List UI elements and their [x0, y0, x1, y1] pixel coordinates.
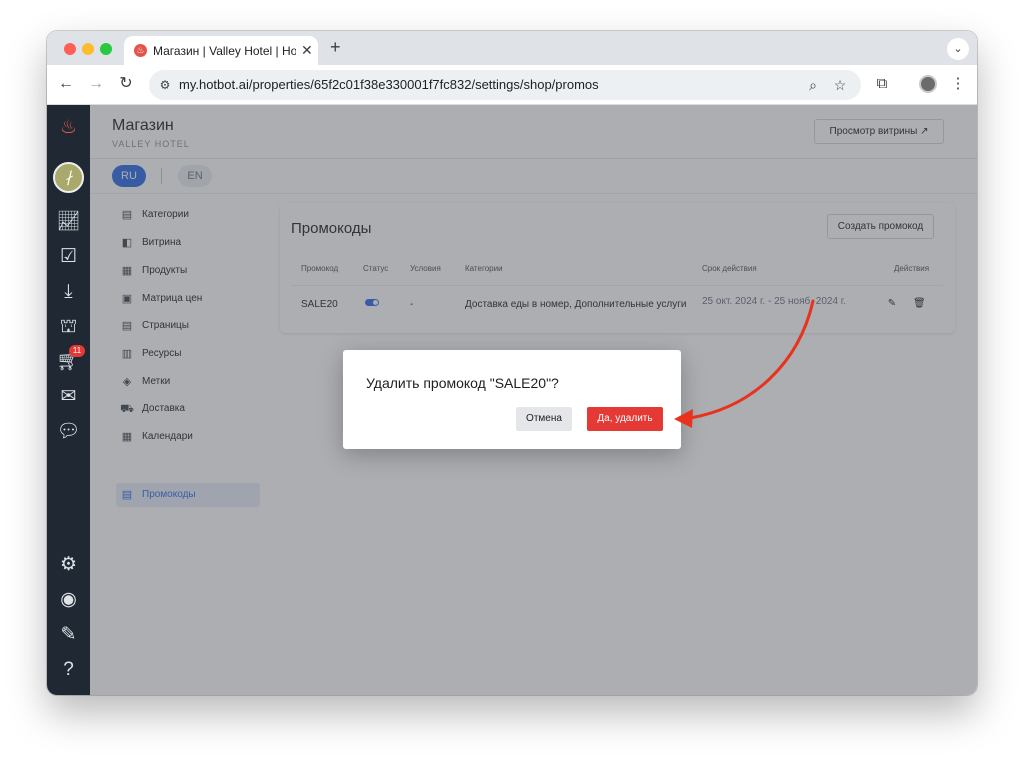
- annotation-arrow-head: [674, 409, 693, 428]
- bookmark-star-icon[interactable]: ☆: [830, 75, 850, 95]
- zoom-magnifier-icon[interactable]: ⌕: [803, 75, 823, 95]
- close-window-button[interactable]: [64, 43, 76, 55]
- annotation-arrow: [674, 299, 815, 428]
- tab-close-icon[interactable]: ✕: [301, 42, 313, 59]
- browser-toolbar: ← → ↻ ⚙ my.hotbot.ai/properties/65f2c01f…: [47, 65, 977, 105]
- annotation-arrow-curve: [688, 299, 815, 420]
- hotbot-favicon-icon: ♨: [134, 44, 147, 57]
- forward-arrow-icon[interactable]: →: [85, 73, 107, 95]
- hotbot-app: ♨ ∤ 📈︎ ☑ ⤓ ⛫ 🛒︎ 11 ✉ 💬︎ ⚙ ◉ ✎ ? Магазин …: [47, 105, 977, 695]
- back-arrow-icon[interactable]: ←: [55, 73, 77, 95]
- extensions-puzzle-icon[interactable]: ⧉: [871, 73, 893, 95]
- tab-search-chevron-icon[interactable]: ⌄: [947, 38, 969, 60]
- browser-tab-active[interactable]: ♨ Магазин | Valley Hotel | Hotbot ✕: [124, 36, 318, 65]
- maximize-window-button[interactable]: [100, 43, 112, 55]
- minimize-window-button[interactable]: [82, 43, 94, 55]
- site-settings-icon[interactable]: ⚙: [157, 77, 173, 93]
- browser-window: ♨ Магазин | Valley Hotel | Hotbot ✕ + ⌄ …: [47, 31, 977, 695]
- reload-icon[interactable]: ↻: [115, 73, 137, 95]
- url-text[interactable]: my.hotbot.ai/properties/65f2c01f38e33000…: [179, 77, 599, 92]
- new-tab-plus-icon[interactable]: +: [330, 37, 341, 57]
- browser-menu-kebab-icon[interactable]: ⋮: [947, 73, 969, 95]
- address-bar[interactable]: ⚙ my.hotbot.ai/properties/65f2c01f38e330…: [149, 70, 861, 100]
- tab-strip: ♨ Магазин | Valley Hotel | Hotbot ✕ + ⌄: [47, 31, 977, 65]
- profile-avatar[interactable]: [919, 75, 937, 93]
- tab-title: Магазин | Valley Hotel | Hotbot: [153, 44, 296, 58]
